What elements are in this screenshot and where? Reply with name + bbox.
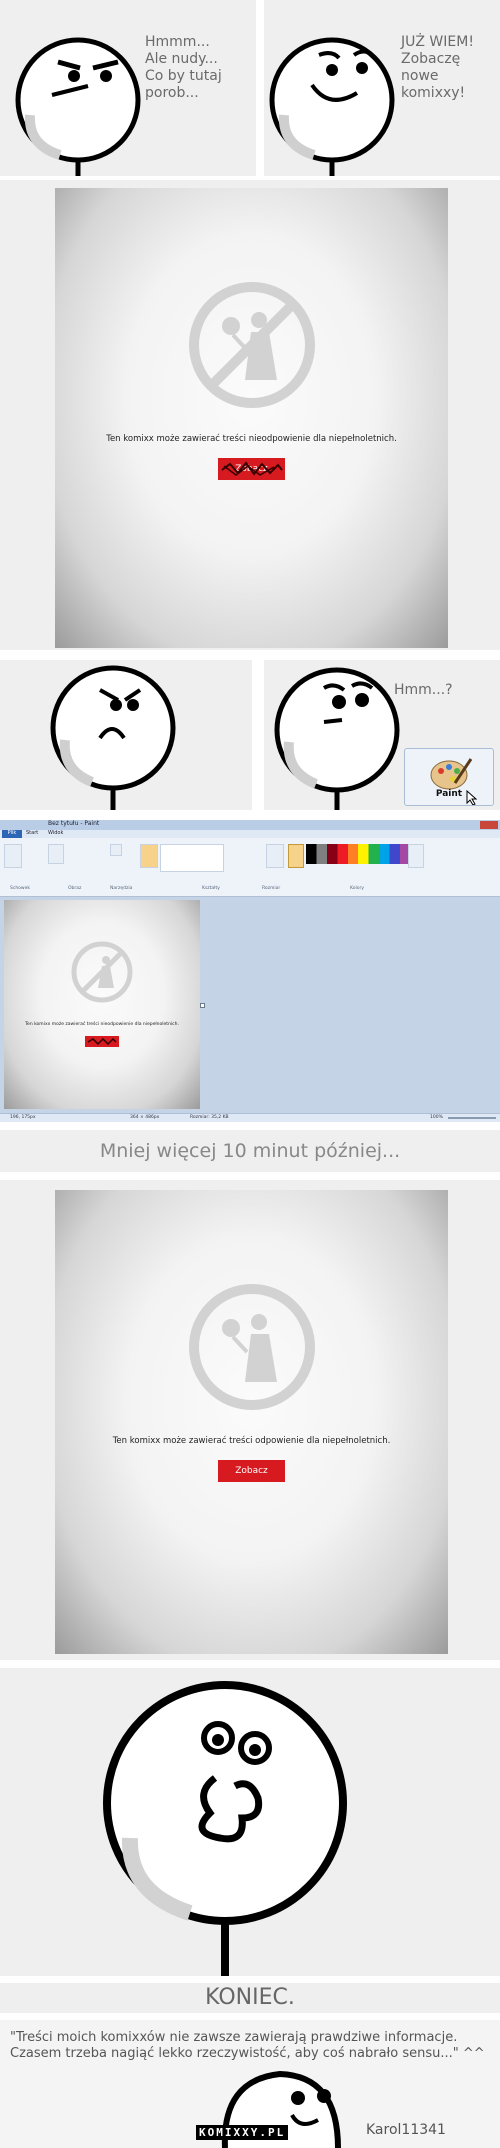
speech-text: Hmm...? [394, 682, 453, 698]
paint-status-bar: 196, 175px 364 × 486px Rozmiar: 35,2 KB … [0, 1113, 500, 1122]
color1-swatch[interactable] [288, 844, 304, 868]
cursor-position: 196, 175px [10, 1115, 36, 1120]
window-title: Bez tytułu - Paint [48, 820, 100, 827]
shapes-gallery[interactable] [160, 844, 224, 872]
paint-title-bar: Bez tytułu - Paint [0, 820, 500, 830]
no-children-icon [71, 941, 133, 1003]
image-dimensions: 364 × 486px [130, 1115, 160, 1120]
panel-3-left [0, 660, 252, 810]
color-palette[interactable] [306, 844, 422, 864]
warning-text: Ten komixx może zawierać treści nieodpow… [106, 434, 397, 444]
footer: "Treści moich komixxów nie zawsze zawier… [0, 2020, 500, 2148]
panel-1-right: JUŻ WIEM! Zobaczę nowe komixxy! [264, 0, 500, 176]
cute-face-icon [103, 1681, 347, 1976]
warning-text: Ten komixx może zawierać treści nieodpow… [25, 1022, 179, 1027]
zoom-slider[interactable] [448, 1117, 496, 1119]
canvas-resize-handle[interactable] [200, 1003, 205, 1008]
view-button-scribbled[interactable]: Zobacz [218, 458, 285, 480]
paint-canvas-area: Ten komixx może zawierać treści nieodpow… [0, 897, 500, 1113]
site-logo[interactable]: KOMIXXY.PL [196, 2125, 289, 2140]
panel-5: Ten komixx może zawierać treści odpowien… [0, 1180, 500, 1660]
ending-panel: KONIEC. [0, 1983, 500, 2013]
zoom-level: 100% [430, 1115, 443, 1120]
group-label-size: Rozmiar [262, 886, 281, 891]
speech-text: Hmmm... Ale nudy... Co by tutaj porob... [145, 34, 222, 101]
caption-text: Mniej więcej 10 minut później... [99, 1140, 401, 1162]
redacted-button [85, 1036, 119, 1047]
speech-text: JUŻ WIEM! Zobaczę nowe komixxy! [401, 34, 474, 101]
group-label-colors: Kolory [350, 886, 364, 891]
ending-text: KONIEC. [205, 1985, 295, 2010]
paint-shortcut[interactable]: Paint [404, 748, 494, 806]
close-icon[interactable] [480, 821, 498, 829]
size-button[interactable] [266, 844, 284, 868]
view-button[interactable]: Zobacz [218, 1460, 285, 1482]
no-children-icon [189, 282, 315, 408]
caption-panel: Mniej więcej 10 minut później... [0, 1130, 500, 1172]
warning-text: Ten komixx może zawierać treści odpowien… [112, 1436, 391, 1446]
select-button[interactable] [48, 844, 64, 864]
panel-2: Ten komixx może zawierać treści nieodpow… [0, 180, 500, 650]
paint-label: Paint [435, 789, 463, 799]
paste-button[interactable] [4, 844, 22, 868]
panel-3-right: Hmm...? Paint [264, 660, 500, 810]
panel-1-left: Hmmm... Ale nudy... Co by tutaj porob... [0, 0, 256, 176]
panel-6 [0, 1668, 500, 1976]
no-children-icon [189, 1284, 315, 1410]
brushes-tool[interactable] [140, 844, 158, 868]
file-size: Rozmiar: 35,2 KB [190, 1115, 229, 1120]
content-warning-card: Ten komixx może zawierać treści odpowien… [55, 1190, 448, 1654]
paint-canvas[interactable]: Ten komixx może zawierać treści nieodpow… [4, 900, 200, 1109]
scribble-icon [221, 461, 283, 476]
content-warning-card: Ten komixx może zawierać treści nieodpow… [55, 188, 448, 648]
ribbon-group-labels: Schowek Obraz Narzędzia Kształty Rozmiar… [0, 886, 500, 894]
group-label-shapes: Kształty [202, 886, 220, 891]
edit-colors-button[interactable] [408, 844, 424, 868]
pencil-tool[interactable] [110, 844, 122, 856]
tab-view[interactable]: Widok [48, 830, 63, 836]
tab-file[interactable]: Plik [2, 830, 22, 838]
tab-home[interactable]: Start [26, 830, 38, 836]
paint-window: Bez tytułu - Paint Plik Start Widok Scho… [0, 820, 500, 1122]
paint-tabs: Plik Start Widok [0, 830, 500, 838]
group-label-image: Obraz [68, 886, 82, 891]
group-label-tools: Narzędzia [110, 886, 133, 891]
author-name[interactable]: Karol11341 [366, 2122, 446, 2138]
paint-ribbon: Schowek Obraz Narzędzia Kształty Rozmiar… [0, 838, 500, 897]
group-label-clipboard: Schowek [10, 886, 30, 891]
angry-face-icon [50, 665, 176, 810]
